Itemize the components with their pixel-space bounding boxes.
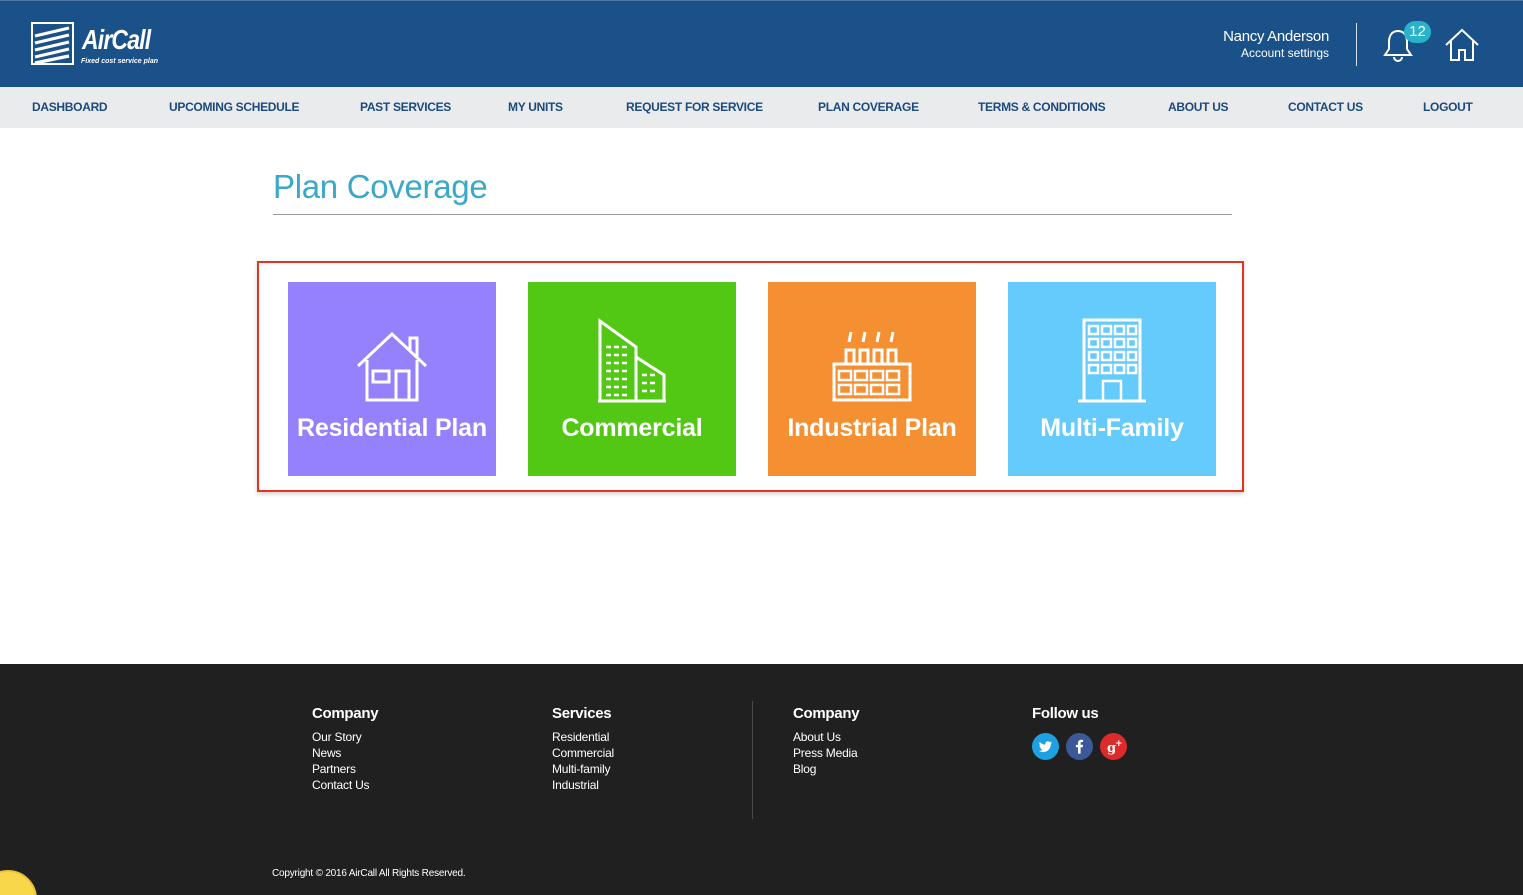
nav-dashboard[interactable]: DASHBOARD: [32, 100, 108, 114]
house-icon: [356, 331, 428, 402]
home-icon[interactable]: [1443, 26, 1481, 64]
nav-about-us[interactable]: ABOUT US: [1168, 100, 1229, 114]
nav-past-services[interactable]: PAST SERVICES: [360, 100, 451, 114]
footer-heading: Company: [312, 705, 379, 722]
footer-link-industrial[interactable]: Industrial: [552, 777, 614, 793]
multi-family-plan-tile[interactable]: Multi-Family: [1008, 282, 1216, 476]
nav-terms-conditions[interactable]: TERMS & CONDITIONS: [978, 100, 1106, 114]
commercial-plan-label: Commercial: [561, 414, 703, 442]
site-footer: Company Our Story News Partners Contact …: [0, 664, 1523, 895]
footer-link-commercial[interactable]: Commercial: [552, 745, 614, 761]
footer-link-our-story[interactable]: Our Story: [312, 729, 378, 745]
footer-company-column: Company Our Story News Partners Contact …: [312, 705, 379, 793]
account-settings-link[interactable]: Account settings: [1223, 46, 1329, 60]
footer-heading: Company: [793, 705, 860, 722]
footer-link-multi-family[interactable]: Multi-family: [552, 761, 614, 777]
footer-divider: [752, 701, 753, 819]
industrial-plan-tile[interactable]: Industrial Plan: [768, 282, 976, 476]
footer-link-news[interactable]: News: [312, 745, 378, 761]
footer-link-about-us[interactable]: About Us: [793, 729, 859, 745]
nav-contact-us[interactable]: CONTACT US: [1288, 100, 1363, 114]
residential-plan-tile[interactable]: Residential Plan: [288, 282, 496, 476]
footer-link-press-media[interactable]: Press Media: [793, 745, 859, 761]
nav-my-units[interactable]: MY UNITS: [508, 100, 563, 114]
logo-wordmark: AirCall: [82, 24, 151, 55]
logo-mark-icon: [31, 22, 74, 65]
commercial-plan-tile[interactable]: Commercial: [528, 282, 736, 476]
industrial-plan-label: Industrial Plan: [787, 414, 957, 442]
svg-text:+: +: [1115, 739, 1123, 749]
office-buildings-icon: [598, 318, 666, 403]
apartment-building-icon: [1078, 318, 1146, 403]
footer-services-column: Services Residential Commercial Multi-fa…: [552, 705, 614, 793]
copyright-text: Copyright © 2016 AirCall All Rights Rese…: [272, 868, 466, 879]
twitter-icon[interactable]: [1032, 733, 1059, 760]
footer-link-blog[interactable]: Blog: [793, 761, 859, 777]
residential-plan-label: Residential Plan: [297, 414, 487, 442]
header-divider: [1356, 23, 1357, 66]
multi-family-plan-label: Multi-Family: [1040, 414, 1184, 442]
footer-link-contact-us[interactable]: Contact Us: [312, 777, 378, 793]
footer-link-partners[interactable]: Partners: [312, 761, 378, 777]
site-header: AirCall Fixed cost service plan Nancy An…: [0, 0, 1523, 87]
nav-logout[interactable]: LOGOUT: [1423, 100, 1473, 114]
user-name: Nancy Anderson: [1223, 28, 1329, 45]
title-divider: [273, 214, 1232, 215]
nav-plan-coverage[interactable]: PLAN COVERAGE: [818, 100, 919, 114]
nav-upcoming-schedule[interactable]: UPCOMING SCHEDULE: [169, 100, 300, 114]
aircall-logo[interactable]: AirCall Fixed cost service plan: [31, 22, 171, 70]
footer-link-residential[interactable]: Residential: [552, 729, 614, 745]
factory-icon: [832, 331, 912, 402]
nav-request-for-service[interactable]: REQUEST FOR SERVICE: [626, 100, 763, 114]
page: AirCall Fixed cost service plan Nancy An…: [0, 0, 1523, 895]
footer-follow-column: Follow us: [1032, 705, 1099, 729]
logo-tagline: Fixed cost service plan: [81, 58, 159, 65]
account-menu[interactable]: Nancy Anderson Account settings: [1223, 28, 1329, 60]
footer-follow-heading: Follow us: [1032, 705, 1099, 722]
main-nav: DASHBOARD UPCOMING SCHEDULE PAST SERVICE…: [0, 87, 1523, 128]
footer-heading: Services: [552, 705, 612, 722]
help-chat-icon[interactable]: [0, 870, 37, 895]
google-plus-icon[interactable]: g +: [1100, 733, 1127, 760]
notification-count-badge: 12: [1404, 21, 1431, 43]
page-title: Plan Coverage: [273, 168, 488, 205]
footer-company-column-2: Company About Us Press Media Blog: [793, 705, 860, 777]
facebook-icon[interactable]: [1066, 733, 1093, 760]
